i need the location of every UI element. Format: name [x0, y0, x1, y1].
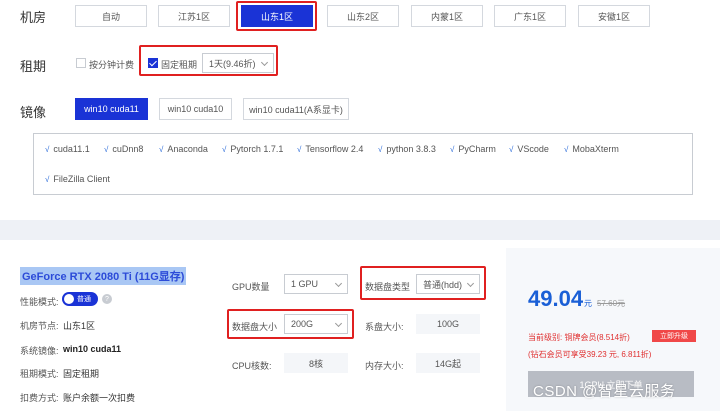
- rent-label: 租期: [20, 59, 47, 74]
- room-option-jiangsu1[interactable]: 江苏1区: [158, 5, 230, 27]
- gpu-count-label: GPU数量: [232, 282, 270, 292]
- disk-size-value: 200G: [291, 319, 314, 329]
- software-item: √ Pytorch 1.7.1: [222, 144, 284, 154]
- software-item: √ PyCharm: [450, 144, 496, 154]
- mem-value: 14G起: [416, 353, 480, 373]
- mem-label: 内存大小:: [365, 361, 404, 371]
- software-item: √ Tensorflow 2.4: [297, 144, 364, 154]
- image-option-win10-cuda11-a[interactable]: win10 cuda11(A系显卡): [243, 98, 349, 120]
- price-value: 49.04: [528, 286, 584, 311]
- system-image-label: 系统镜像:: [20, 346, 59, 356]
- check-icon: √: [159, 145, 164, 154]
- chevron-down-icon: [334, 319, 343, 328]
- check-icon: √: [297, 145, 302, 154]
- rent-mode-label: 租期模式:: [20, 369, 59, 379]
- software-item: √ MobaXterm: [564, 144, 619, 154]
- cpu-label: CPU核数:: [232, 361, 272, 371]
- check-icon: √: [564, 145, 569, 154]
- csdn-watermark: CSDN @智星云服务: [533, 383, 676, 400]
- rent-duration-value: 1天(9.46折): [209, 58, 256, 69]
- software-item: √ cuda11.1: [45, 144, 90, 154]
- node-label: 机房节点:: [20, 321, 59, 331]
- room-option-shandong2[interactable]: 山东2区: [327, 5, 399, 27]
- system-image-value: win10 cuda11: [63, 344, 122, 354]
- image-option-win10-cuda11[interactable]: win10 cuda11: [75, 98, 148, 120]
- check-icon: √: [378, 145, 383, 154]
- fixed-term-label: 固定租期: [161, 60, 198, 70]
- image-option-win10-cuda10[interactable]: win10 cuda10: [159, 98, 232, 120]
- check-icon: √: [104, 145, 109, 154]
- room-option-neimeng1[interactable]: 内蒙1区: [411, 5, 483, 27]
- toggle-knob: [64, 294, 74, 304]
- check-icon: √: [45, 175, 50, 184]
- by-minute-label: 按分钟计费: [89, 60, 135, 70]
- software-item: √ FileZilla Client: [45, 174, 110, 184]
- original-price: 57.60元: [597, 299, 626, 308]
- software-list: [33, 133, 693, 195]
- disk-type-value: 普通(hdd): [423, 279, 463, 290]
- software-item: √ python 3.8.3: [378, 144, 436, 154]
- check-icon: √: [45, 145, 50, 154]
- price-unit: 元: [584, 299, 592, 308]
- image-label: 镜像: [20, 105, 47, 120]
- deduct-label: 扣费方式:: [20, 393, 59, 403]
- help-icon[interactable]: ?: [102, 294, 112, 304]
- check-icon: √: [222, 145, 227, 154]
- perf-mode-label: 性能模式:: [20, 297, 59, 307]
- gpu-model-title: GeForce RTX 2080 Ti (11G显存): [20, 267, 187, 285]
- perf-mode-toggle[interactable]: 普通: [62, 292, 98, 306]
- software-item: √ Anaconda: [159, 144, 208, 154]
- software-item: √ VScode: [509, 144, 549, 154]
- software-item: √ cuDnn8: [104, 144, 144, 154]
- room-option-anhui1[interactable]: 安徽1区: [578, 5, 650, 27]
- disk-type-label: 数据盘类型: [365, 282, 411, 292]
- fixed-term-checkbox[interactable]: [148, 58, 158, 68]
- gpu-count-select[interactable]: 1 GPU: [284, 274, 348, 294]
- check-icon: √: [509, 145, 514, 154]
- room-label: 机房: [20, 10, 47, 25]
- diamond-discount-text: (钻石会员可享受39.23 元, 6.811折): [528, 350, 652, 359]
- perf-mode-value: 普通: [77, 296, 91, 303]
- gpu-count-value: 1 GPU: [291, 279, 319, 289]
- by-minute-checkbox[interactable]: [76, 58, 86, 68]
- rent-duration-select[interactable]: 1天(9.46折): [202, 53, 274, 73]
- rent-mode-value: 固定租期: [63, 369, 100, 379]
- chevron-down-icon: [334, 279, 343, 288]
- chevron-down-icon: [466, 279, 475, 288]
- cpu-value: 8核: [284, 353, 348, 373]
- disk-size-label: 数据盘大小: [232, 322, 278, 332]
- room-option-shandong1[interactable]: 山东1区: [241, 5, 313, 27]
- check-icon: √: [450, 145, 455, 154]
- system-disk-value: 100G: [416, 314, 480, 334]
- room-option-guangdong1[interactable]: 广东1区: [494, 5, 566, 27]
- system-disk-label: 系盘大小:: [365, 322, 404, 332]
- disk-type-select[interactable]: 普通(hdd): [416, 274, 480, 294]
- node-value: 山东1区: [63, 321, 96, 331]
- deduct-value: 账户余额一次扣费: [63, 393, 136, 403]
- chevron-down-icon: [260, 58, 269, 67]
- upgrade-button[interactable]: 立即升级: [652, 330, 696, 342]
- vip-level-text: 当前级别: 铜牌会员(8.514折): [528, 333, 630, 342]
- disk-size-select[interactable]: 200G: [284, 314, 348, 334]
- room-option-auto[interactable]: 自动: [75, 5, 147, 27]
